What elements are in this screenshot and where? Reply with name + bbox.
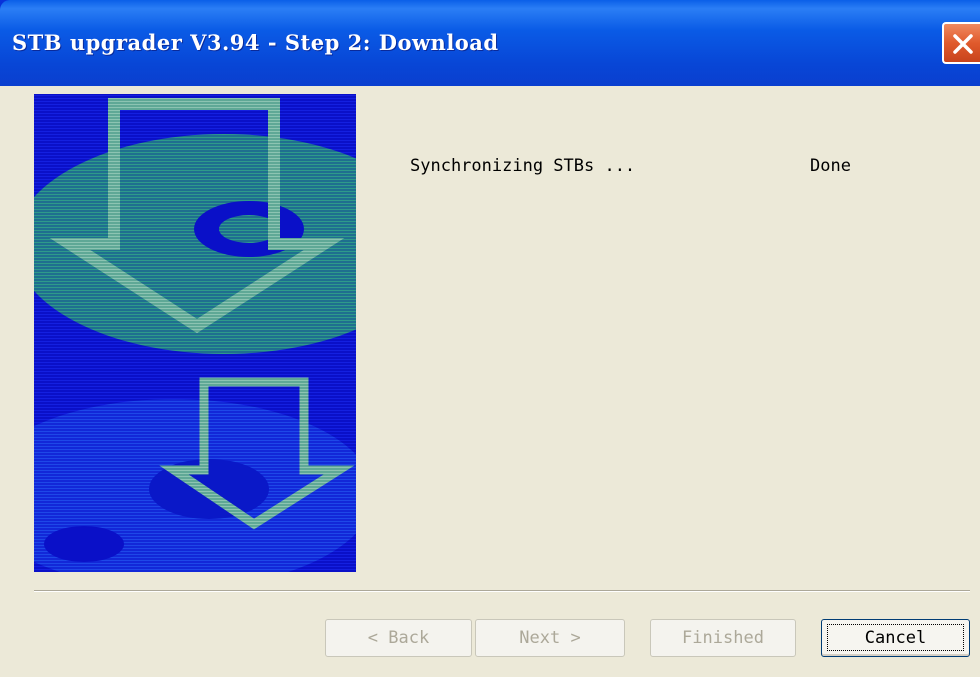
finished-button[interactable]: Finished bbox=[650, 619, 796, 657]
window-title: STB upgrader V3.94 - Step 2: Download bbox=[12, 30, 499, 55]
next-button-label: Next > bbox=[519, 628, 581, 648]
cancel-button[interactable]: Cancel bbox=[821, 619, 970, 657]
finished-button-label: Finished bbox=[682, 628, 764, 648]
cancel-button-label: Cancel bbox=[864, 628, 927, 648]
next-button[interactable]: Next > bbox=[475, 619, 625, 657]
divider bbox=[34, 590, 970, 592]
status-value: Done bbox=[810, 156, 851, 176]
back-button-label: < Back bbox=[367, 628, 430, 648]
status-label: Synchronizing STBs ... bbox=[410, 156, 636, 176]
download-illustration bbox=[34, 94, 356, 572]
dialog-window: STB upgrader V3.94 - Step 2: Download Sy… bbox=[0, 0, 980, 677]
close-button[interactable] bbox=[942, 22, 980, 64]
close-icon bbox=[953, 34, 973, 54]
title-bar[interactable]: STB upgrader V3.94 - Step 2: Download bbox=[0, 0, 980, 86]
back-button[interactable]: < Back bbox=[325, 619, 472, 657]
dialog-body: Synchronizing STBs ... Done < Back Next … bbox=[0, 86, 980, 677]
